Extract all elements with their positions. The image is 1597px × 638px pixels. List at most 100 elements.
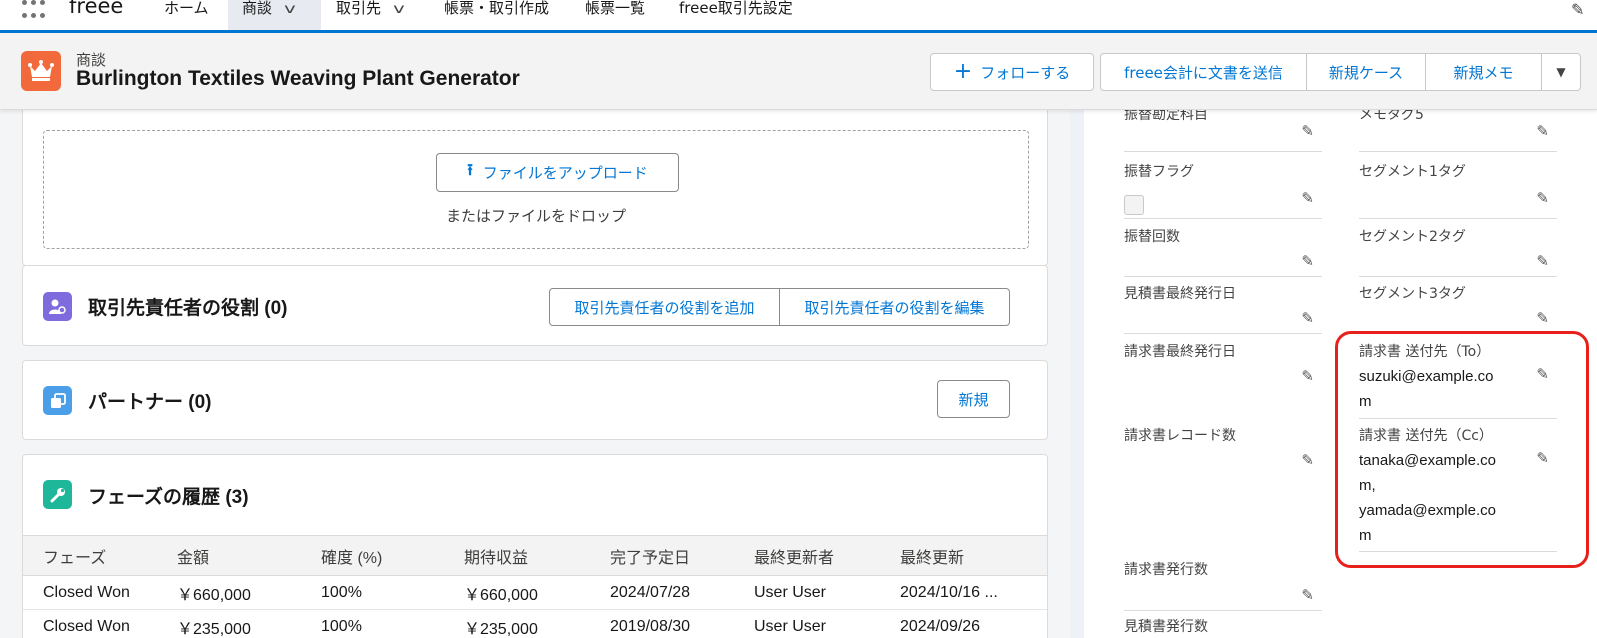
tab-freee-settings[interactable]: freee取引先設定 [679,0,793,30]
table-cell: ￥235,000 [444,609,590,638]
tab-label: 帳票・取引作成 [444,0,550,17]
chevron-down-icon[interactable]: v [393,2,405,18]
field-segment-1-tag: セグメント1タグ ✎ [1359,161,1557,219]
add-contact-role-button[interactable]: 取引先責任者の役割を追加 [549,288,780,326]
field-invoice-to: 請求書 送付先（To） suzuki@example.co m ✎ [1359,341,1557,419]
edit-pencil-icon[interactable]: ✎ [1536,122,1549,140]
details-panel[interactable]: 振替勘定科目 ✎ 振替フラグ ✎ 振替回数 ✎ 見積書最終発行日 ✎ 請求書最終… [1070,110,1597,638]
record-header: 商談 Burlington Textiles Weaving Plant Gen… [0,33,1597,110]
field-label: 請求書レコード数 [1124,428,1236,444]
value-line: m, [1359,477,1376,494]
edit-pencil-icon[interactable]: ✎ [1301,586,1314,604]
field-label: 見積書発行数 [1124,619,1208,635]
app-launcher-icon[interactable] [22,0,48,22]
tab-label: 帳票一覧 [585,0,646,17]
field-segment-2-tag: セグメント2タグ ✎ [1359,226,1557,277]
tab-label: 商談 [242,0,273,17]
value-line: m [1359,527,1372,544]
edit-contact-role-button[interactable]: 取引先責任者の役割を編集 [780,288,1010,326]
tab-form-list[interactable]: 帳票一覧 [585,0,645,30]
tab-home[interactable]: ホーム [164,0,209,30]
tab-label: freee取引先設定 [679,0,793,17]
field-last-invoice-date: 請求書最終発行日 ✎ [1124,341,1322,419]
tab-label: ホーム [164,0,209,17]
table-cell: 2019/08/30 [590,609,734,638]
edit-pencil-icon[interactable]: ✎ [1301,189,1314,207]
partners-title[interactable]: パートナー (0) [88,387,212,414]
column-header[interactable]: 最終更新 [880,535,1047,576]
edit-pencil-icon[interactable]: ✎ [1536,252,1549,270]
field-value: suzuki@example.co m [1359,364,1493,414]
follow-button[interactable]: + フォローする [930,53,1094,91]
contact-roles-card: 取引先責任者の役割 (0) 取引先責任者の役割を追加 取引先責任者の役割を編集 [22,265,1048,346]
field-quote-issue-count: 見積書発行数 [1124,616,1322,638]
edit-nav-pencil-icon[interactable]: ✎ [1571,0,1584,19]
tab-form-create[interactable]: 帳票・取引作成 [444,0,549,30]
column-header[interactable]: 確度 (%) [301,535,444,576]
table-row: Closed Won ￥235,000 100% ￥235,000 2019/0… [23,609,1047,638]
transfer-flag-checkbox[interactable] [1124,195,1144,215]
more-actions-chevron-down-icon[interactable]: ▼ [1541,53,1581,91]
field-value: tanaka@example.co m, yamada@exmple.co m [1359,448,1496,548]
partner-icon [43,386,72,415]
edit-pencil-icon[interactable]: ✎ [1536,365,1549,383]
column-header[interactable]: 完了予定日 [590,535,734,576]
field-label: 請求書最終発行日 [1124,344,1236,360]
drop-hint: またはファイルをドロップ [445,207,626,225]
edit-pencil-icon[interactable]: ✎ [1536,449,1549,467]
upload-label: ファイルをアップロード [482,164,648,182]
column-header[interactable]: 金額 [157,535,301,576]
chevron-down-icon[interactable]: v [284,2,296,18]
edit-pencil-icon[interactable]: ✎ [1536,309,1549,327]
edit-pencil-icon[interactable]: ✎ [1301,367,1314,385]
value-line: yamada@exmple.co [1359,502,1496,519]
column-header[interactable]: フェーズ [23,535,157,576]
field-label: 請求書発行数 [1124,562,1208,578]
field-label: セグメント3タグ [1359,286,1466,302]
global-nav: freee ホーム 商談 v 取引先 v 帳票・取引作成 帳票一覧 freee取引先… [0,0,1597,33]
table-header-row: フェーズ 金額 確度 (%) 期待収益 完了予定日 最終更新者 最終更新 [23,535,1047,576]
table-cell: 100% [301,609,444,638]
files-card: ⭱ ファイルをアップロード またはファイルをドロップ [22,110,1048,266]
column-header[interactable]: 最終更新者 [734,535,880,576]
new-memo-button[interactable]: 新規メモ [1425,53,1542,91]
table-cell: ￥660,000 [157,575,301,610]
value-line: suzuki@example.co [1359,368,1494,385]
new-case-button[interactable]: 新規ケース [1306,53,1426,91]
field-label: 振替フラグ [1124,164,1194,180]
field-invoice-issue-count: 請求書発行数 ✎ [1124,559,1322,611]
field-memo-tag-5: メモタグ5 ✎ [1359,110,1557,152]
upload-file-button[interactable]: ⭱ ファイルをアップロード [436,153,679,192]
related-column[interactable]: ⭱ ファイルをアップロード またはファイルをドロップ 取引先責任者の役割 (0) … [0,110,1070,638]
partners-card: パートナー (0) 新規 [22,360,1048,440]
table-cell: 100% [301,575,444,610]
edit-pencil-icon[interactable]: ✎ [1301,122,1314,140]
field-label: 請求書 送付先（Cc） [1359,428,1493,444]
field-transfer-flag: 振替フラグ ✎ [1124,161,1322,219]
follow-label: フォローする [980,63,1071,82]
edit-pencil-icon[interactable]: ✎ [1301,252,1314,270]
table-cell: 2024/10/16 ... [880,575,1047,610]
file-dropzone[interactable]: ⭱ ファイルをアップロード またはファイルをドロップ [43,130,1029,249]
table-cell: 2024/09/26 [880,609,1047,638]
edit-pencil-icon[interactable]: ✎ [1536,189,1549,207]
tab-deals[interactable]: 商談 v [228,0,321,30]
value-line: m [1359,393,1372,410]
phase-history-title[interactable]: フェーズの履歴 (3) [88,482,249,509]
value-line: tanaka@example.co [1359,452,1496,469]
contact-roles-actions: 取引先責任者の役割を追加 取引先責任者の役割を編集 [549,288,1010,326]
edit-pencil-icon[interactable]: ✎ [1301,309,1314,327]
contact-roles-title[interactable]: 取引先責任者の役割 (0) [88,293,288,320]
edit-pencil-icon[interactable]: ✎ [1301,451,1314,469]
crown-icon [21,51,61,91]
field-transfer-account: 振替勘定科目 ✎ [1124,110,1322,152]
field-segment-3-tag: セグメント3タグ ✎ [1359,283,1557,334]
plus-icon: + [953,59,973,84]
new-partner-button[interactable]: 新規 [937,380,1010,418]
send-to-freee-button[interactable]: freee会計に文書を送信 [1100,53,1307,91]
tab-accounts[interactable]: 取引先 v [336,0,405,30]
column-header[interactable]: 期待収益 [444,535,590,576]
field-transfer-count: 振替回数 ✎ [1124,226,1322,277]
field-label: メモタグ5 [1359,110,1424,123]
record-title: Burlington Textiles Weaving Plant Genera… [76,67,520,90]
